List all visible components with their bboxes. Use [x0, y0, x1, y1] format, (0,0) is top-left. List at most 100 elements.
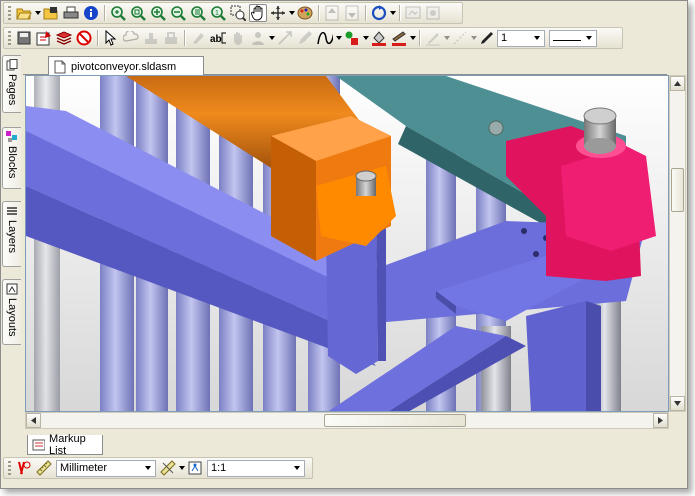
refresh-icon[interactable] — [370, 4, 388, 22]
tab-layers[interactable]: Layers — [2, 201, 21, 267]
refresh-dropdown-icon[interactable] — [389, 4, 396, 22]
page-up-icon[interactable] — [323, 4, 341, 22]
scroll-left-icon[interactable] — [26, 413, 41, 428]
tab-layouts[interactable]: Layouts — [2, 279, 21, 345]
pages-icon — [6, 59, 18, 71]
person-dropdown-icon[interactable] — [268, 29, 275, 47]
tab-layers-label: Layers — [6, 220, 18, 254]
save-markup-icon[interactable] — [15, 29, 33, 47]
stamp-icon[interactable] — [142, 29, 160, 47]
text-icon[interactable]: ab — [209, 29, 227, 47]
scale-icon[interactable] — [186, 459, 204, 477]
blocks-icon — [6, 131, 17, 142]
scroll-corner — [669, 412, 686, 429]
settings-icon[interactable] — [424, 4, 442, 22]
main-toolbar: 1 — [3, 2, 463, 24]
palette-icon[interactable] — [296, 4, 314, 22]
toolbar-grip[interactable] — [8, 461, 11, 475]
scroll-thumb[interactable] — [671, 168, 684, 212]
chevron-down-icon[interactable] — [530, 31, 544, 46]
pen-icon[interactable] — [478, 29, 496, 47]
stamp2-icon[interactable] — [162, 29, 180, 47]
zoom-in-area-icon[interactable] — [109, 4, 127, 22]
ruler-dropdown-icon[interactable] — [178, 459, 185, 477]
line-color-icon[interactable] — [390, 29, 408, 47]
unit-select[interactable]: Millimeter — [56, 459, 156, 477]
line-width-select[interactable]: 1 — [497, 29, 545, 47]
curve-dropdown-icon[interactable] — [335, 29, 342, 47]
tab-blocks[interactable]: Blocks — [2, 127, 21, 189]
brush-dropdown-icon[interactable] — [443, 29, 450, 47]
toolbar-grip[interactable] — [8, 6, 11, 20]
scale-select[interactable]: 1:1 — [207, 459, 305, 477]
dimension-icon[interactable] — [451, 29, 469, 47]
measure-disable-icon[interactable] — [15, 459, 33, 477]
arrow-icon[interactable] — [276, 29, 294, 47]
scale-value: 1:1 — [211, 462, 227, 474]
chevron-down-icon[interactable] — [141, 461, 155, 476]
delete-markup-icon[interactable] — [75, 29, 93, 47]
eraser-icon[interactable] — [189, 29, 207, 47]
tab-markup-list[interactable]: Markup List — [27, 433, 103, 457]
horizontal-scrollbar[interactable] — [25, 412, 669, 429]
open-folder-icon[interactable] — [15, 4, 33, 22]
zoom-out-icon[interactable] — [169, 4, 187, 22]
scroll-down-icon[interactable] — [670, 396, 685, 411]
vertical-scrollbar[interactable] — [669, 75, 686, 412]
layers-icon — [7, 207, 17, 215]
scroll-right-icon[interactable] — [653, 413, 668, 428]
layouts-icon — [6, 283, 18, 295]
ruler-icon[interactable] — [35, 459, 53, 477]
zoom-in-icon[interactable] — [149, 4, 167, 22]
person-icon[interactable] — [249, 29, 267, 47]
unit-value: Millimeter — [60, 462, 108, 474]
tab-layouts-label: Layouts — [6, 298, 18, 337]
shapes-icon[interactable] — [343, 29, 361, 47]
zoom-fit-icon[interactable] — [129, 4, 147, 22]
brush-icon[interactable] — [424, 29, 442, 47]
toolbar-grip[interactable] — [8, 31, 11, 45]
zoom-previous-icon[interactable] — [189, 4, 207, 22]
separator — [399, 5, 400, 21]
hand-icon[interactable] — [229, 29, 247, 47]
pencil-icon[interactable] — [296, 29, 314, 47]
zoom-window-icon[interactable]: 1 — [209, 4, 227, 22]
select-arrow-icon[interactable] — [102, 29, 120, 47]
separator — [104, 5, 105, 21]
app-window: 1 ab 1 Pages Blocks Layers Layouts pivot… — [0, 0, 688, 489]
model-viewport[interactable] — [25, 75, 669, 412]
chevron-down-icon[interactable] — [290, 461, 304, 476]
frame-leg — [526, 301, 586, 411]
svg-text:ab: ab — [210, 34, 222, 45]
separator — [419, 30, 420, 46]
export-icon[interactable] — [404, 4, 422, 22]
side-tab-panel: Pages Blocks Layers Layouts — [1, 51, 23, 436]
document-tab-label: pivotconveyor.sldasm — [71, 60, 177, 73]
line-color-dropdown-icon[interactable] — [409, 29, 416, 47]
dimension-dropdown-icon[interactable] — [470, 29, 477, 47]
shapes-dropdown-icon[interactable] — [362, 29, 369, 47]
line-style-select[interactable] — [549, 29, 597, 47]
svg-text:1: 1 — [215, 10, 219, 17]
rotate-icon[interactable] — [269, 4, 287, 22]
open-dropdown-icon[interactable] — [34, 4, 41, 22]
curve-icon[interactable] — [316, 29, 334, 47]
page-down-icon[interactable] — [343, 4, 361, 22]
separator — [318, 5, 319, 21]
markup-properties-icon[interactable] — [35, 29, 53, 47]
print-icon[interactable] — [62, 4, 80, 22]
tab-document[interactable]: pivotconveyor.sldasm — [48, 56, 204, 76]
rotate-dropdown-icon[interactable] — [288, 4, 295, 22]
scroll-up-icon[interactable] — [670, 76, 685, 91]
zoom-selection-icon[interactable] — [229, 4, 247, 22]
scroll-thumb[interactable] — [324, 414, 466, 427]
info-icon[interactable] — [82, 4, 100, 22]
pan-icon[interactable] — [249, 4, 267, 22]
undo-cloud-icon[interactable] — [122, 29, 140, 47]
chevron-down-icon[interactable] — [582, 31, 596, 46]
tab-pages[interactable]: Pages — [2, 55, 21, 113]
ruler-settings-icon[interactable] — [159, 459, 177, 477]
fill-color-icon[interactable] — [370, 29, 388, 47]
open-file-icon[interactable] — [42, 4, 60, 22]
layers-stack-icon[interactable] — [55, 29, 73, 47]
